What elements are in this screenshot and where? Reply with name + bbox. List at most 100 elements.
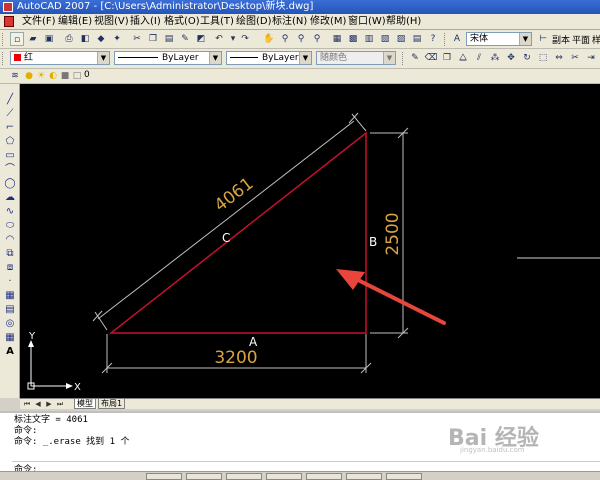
rectangle-icon[interactable]: ▭ [3, 150, 17, 162]
line-icon[interactable]: ╱ [3, 94, 17, 106]
paste-icon[interactable]: ▤ [162, 32, 176, 46]
dim-style-icon[interactable]: ⊢ [536, 32, 550, 46]
status-toggle-button[interactable] [386, 473, 422, 480]
zoom-realtime-icon[interactable]: ⚲ [278, 32, 292, 46]
lineweight-select[interactable]: ByLayer ▼ [226, 51, 312, 65]
menu-file[interactable]: 文件(F) [22, 15, 56, 29]
erase-icon[interactable]: ⌫ [424, 51, 438, 65]
menu-dimension[interactable]: 标注(N) [272, 15, 307, 29]
block-editor-icon[interactable]: ◩ [194, 32, 208, 46]
new-file-icon[interactable]: ▫ [10, 32, 24, 46]
text-style-icon[interactable]: A [450, 32, 464, 46]
layer-manager-icon[interactable]: ≋ [8, 69, 22, 83]
prev-tab-icon[interactable]: ◀ [33, 399, 43, 409]
hypotenuse-dim-text[interactable]: 4061 [211, 174, 258, 216]
color-select[interactable]: 红 ▼ [10, 51, 110, 65]
plotstyle-select[interactable]: 随颜色 ▼ [316, 51, 396, 65]
menu-view[interactable]: 视图(V) [94, 15, 129, 29]
horizontal-dim-text[interactable]: 3200 [214, 348, 257, 368]
polyline-icon[interactable]: ⌐ [3, 122, 17, 134]
tab-layout1[interactable]: 布局1 [98, 399, 126, 409]
status-toggle-button[interactable] [266, 473, 302, 480]
save-icon[interactable]: ▣ [42, 32, 56, 46]
table-icon[interactable]: ▦ [3, 332, 17, 344]
copy-icon[interactable]: ❐ [146, 32, 160, 46]
multiline-text-icon[interactable]: A [3, 346, 17, 358]
toolbar-grip[interactable] [444, 33, 448, 46]
linetype-select[interactable]: ByLayer ▼ [114, 51, 222, 65]
redo-icon[interactable]: ↷ [238, 32, 252, 46]
help-icon[interactable]: ? [426, 32, 440, 46]
red-triangle[interactable] [108, 131, 367, 334]
match-properties-icon[interactable]: ✎ [178, 32, 192, 46]
status-toggle-button[interactable] [146, 473, 182, 480]
layer-value[interactable]: 0 [84, 70, 90, 80]
markup-icon[interactable]: ▨ [394, 32, 408, 46]
offset-icon[interactable]: ⫽ [472, 51, 486, 65]
menu-window[interactable]: 窗口(W) [348, 15, 386, 29]
rotate-icon[interactable]: ↻ [520, 51, 534, 65]
make-block-icon[interactable]: ⧈ [3, 262, 17, 274]
array-icon[interactable]: ⁂ [488, 51, 502, 65]
trim-icon[interactable]: ✂ [568, 51, 582, 65]
next-tab-icon[interactable]: ▶ [44, 399, 54, 409]
last-tab-icon[interactable]: ⏭ [55, 399, 65, 409]
toolbar-grip[interactable] [2, 33, 6, 46]
cut-icon[interactable]: ✂ [130, 32, 144, 46]
plot-preview-icon[interactable]: ◧ [78, 32, 92, 46]
insert-block-icon[interactable]: ⧉ [3, 248, 17, 260]
menu-edit[interactable]: 编辑(E) [58, 15, 92, 29]
menu-draw[interactable]: 绘图(D) [236, 15, 272, 29]
ellipse-icon[interactable]: ⬭ [3, 220, 17, 232]
polygon-icon[interactable]: ⬠ [3, 136, 17, 148]
stretch-icon[interactable]: ⇔ [552, 51, 566, 65]
status-toggle-button[interactable] [306, 473, 342, 480]
construction-line-icon[interactable]: ⟋ [3, 108, 17, 120]
open-folder-icon[interactable]: ▰ [26, 32, 40, 46]
chevron-down-icon[interactable]: ▼ [383, 52, 395, 64]
text-style-select[interactable]: 宋体 ▼ [466, 32, 532, 46]
point-icon[interactable]: · [3, 276, 17, 288]
gradient-icon[interactable]: ▤ [3, 304, 17, 316]
arc-icon[interactable]: ⌒ [3, 164, 17, 176]
autocad-app-icon[interactable] [3, 2, 13, 12]
pan-icon[interactable]: ✋ [262, 32, 276, 46]
tool-palettes-icon[interactable]: ▥ [362, 32, 376, 46]
hatch-icon[interactable]: ▦ [3, 290, 17, 302]
chevron-down-icon[interactable]: ▼ [299, 52, 311, 64]
pencil-icon[interactable]: ✎ [408, 51, 422, 65]
zoom-previous-icon[interactable]: ⚲ [310, 32, 324, 46]
3d-publish-icon[interactable]: ✦ [110, 32, 124, 46]
toolbar-grip[interactable] [402, 52, 406, 65]
tab-model[interactable]: 模型 [74, 399, 96, 409]
publish-icon[interactable]: ◆ [94, 32, 108, 46]
mirror-icon[interactable]: ⧋ [456, 51, 470, 65]
circle-icon[interactable]: ◯ [3, 178, 17, 190]
status-toggle-button[interactable] [186, 473, 222, 480]
document-icon[interactable] [4, 16, 14, 27]
move-icon[interactable]: ✥ [504, 51, 518, 65]
region-icon[interactable]: ◎ [3, 318, 17, 330]
chevron-down-icon[interactable]: ▼ [519, 33, 531, 45]
chevron-down-icon[interactable]: ▼ [209, 52, 221, 64]
undo-icon[interactable]: ↶ [212, 32, 226, 46]
menu-help[interactable]: 帮助(H) [386, 15, 421, 29]
sheet-set-icon[interactable]: ▧ [378, 32, 392, 46]
print-icon[interactable]: ⎙ [62, 32, 76, 46]
menu-insert[interactable]: 插入(I) [130, 15, 161, 29]
first-tab-icon[interactable]: ⏮ [22, 399, 32, 409]
design-center-icon[interactable]: ▩ [346, 32, 360, 46]
copy-object-icon[interactable]: ❐ [440, 51, 454, 65]
status-toggle-button[interactable] [346, 473, 382, 480]
toolbar-grip[interactable] [2, 52, 6, 65]
revision-cloud-icon[interactable]: ☁ [3, 192, 17, 204]
menu-tools[interactable]: 工具(T) [200, 15, 234, 29]
ellipse-arc-icon[interactable]: ◠ [3, 234, 17, 246]
zoom-window-icon[interactable]: ⚲ [294, 32, 308, 46]
vertical-dim-text[interactable]: 2500 [383, 212, 403, 255]
layer-plot-icon[interactable]: □ [70, 69, 84, 83]
calculator-icon[interactable]: ▤ [410, 32, 424, 46]
chevron-down-icon[interactable]: ▼ [97, 52, 109, 64]
extend-icon[interactable]: ⇥ [584, 51, 598, 65]
drawing-canvas[interactable]: 4061 2500 3200 A B C Y X [20, 84, 600, 398]
